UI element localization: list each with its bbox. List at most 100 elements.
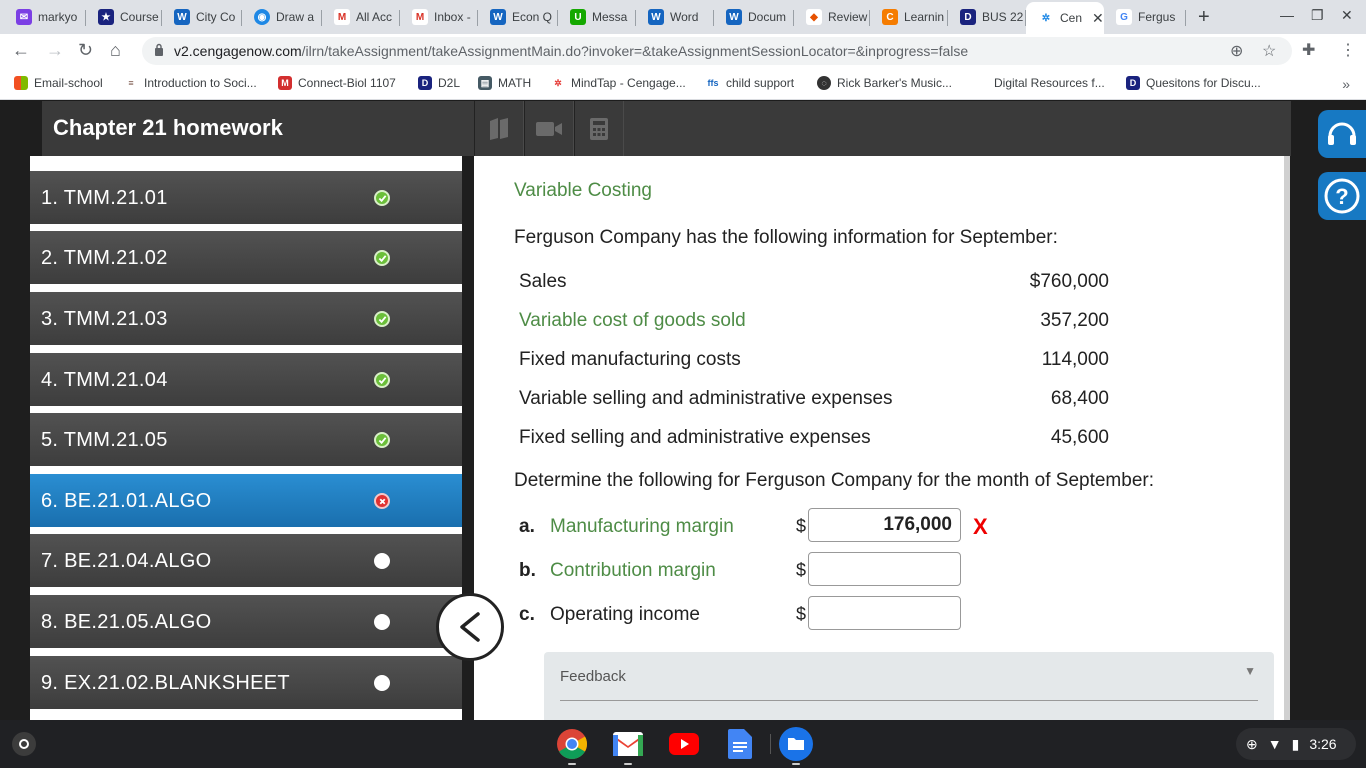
question-label: 9. EX.21.02.BLANKSHEET bbox=[41, 672, 290, 694]
question-item[interactable]: 9. EX.21.02.BLANKSHEET bbox=[30, 656, 462, 709]
expand-arrow-icon[interactable]: ▼ bbox=[1244, 664, 1256, 678]
address-bar[interactable]: v2.cengagenow.com/ilrn/takeAssignment/ta… bbox=[142, 37, 1292, 65]
glossary-link[interactable]: Variable cost of goods sold bbox=[519, 310, 746, 332]
files-icon[interactable] bbox=[779, 727, 813, 765]
more-bookmarks-icon[interactable]: » bbox=[1342, 76, 1350, 92]
tab-label: Review bbox=[828, 10, 868, 24]
bookmark-item[interactable]: ◌ Rick Barker's Music... bbox=[817, 76, 952, 90]
home-icon[interactable]: ⌂ bbox=[110, 40, 121, 61]
status-tray[interactable]: ⊕ ▼ ▮ 3:26 bbox=[1236, 728, 1356, 760]
collapse-sidebar-button[interactable] bbox=[436, 593, 504, 661]
operating-income-input[interactable] bbox=[808, 596, 961, 630]
data-row: Sales $760,000 bbox=[519, 271, 1109, 295]
menu-kebab-icon[interactable]: ⋮ bbox=[1340, 40, 1356, 60]
zoom-icon[interactable]: ⊕ bbox=[1230, 41, 1243, 61]
minimize-icon[interactable]: — bbox=[1280, 7, 1294, 23]
question-item[interactable]: 2. TMM.21.02 bbox=[30, 231, 462, 284]
docs-icon[interactable] bbox=[723, 727, 757, 761]
question-item[interactable]: 8. BE.21.05.ALGO bbox=[30, 595, 462, 648]
manufacturing-margin-input[interactable] bbox=[808, 508, 961, 542]
question-item[interactable]: 5. TMM.21.05 bbox=[30, 413, 462, 466]
answer-letter: c. bbox=[519, 604, 535, 625]
back-icon[interactable]: ← bbox=[12, 40, 30, 61]
content-scrollbar[interactable] bbox=[1284, 156, 1290, 720]
bookmark-item[interactable]: Email-school bbox=[14, 76, 103, 90]
bookmarks-bar: Email-school ≡ Introduction to Soci... M… bbox=[0, 68, 1366, 100]
data-value: 357,200 bbox=[1040, 310, 1109, 331]
forward-icon[interactable]: → bbox=[46, 40, 64, 61]
browser-tab[interactable]: W Word bbox=[636, 4, 714, 30]
video-button[interactable] bbox=[524, 101, 574, 156]
browser-tab[interactable]: C Learnin bbox=[870, 4, 948, 30]
browser-tab[interactable]: W Docum bbox=[714, 4, 794, 30]
browser-tab[interactable]: ◉ Draw a bbox=[242, 4, 322, 30]
browser-tab[interactable]: ✉ markyo bbox=[4, 4, 86, 30]
question-item[interactable]: 4. TMM.21.04 bbox=[30, 353, 462, 406]
assignment-title: Chapter 21 homework bbox=[53, 115, 283, 140]
tab-strip: ✉ markyo ★ Course W City Co ◉ Draw a M A… bbox=[0, 0, 1366, 34]
browser-tab[interactable]: W Econ Q bbox=[478, 4, 558, 30]
browser-tab[interactable]: M Inbox - bbox=[400, 4, 478, 30]
browser-tab[interactable]: U Messa bbox=[558, 4, 636, 30]
browser-tab[interactable]: ★ Course bbox=[86, 4, 162, 30]
correct-check-icon bbox=[374, 190, 390, 206]
support-headset-button[interactable] bbox=[1318, 110, 1366, 158]
calculator-icon bbox=[590, 117, 608, 140]
bookmark-item[interactable]: ✲ MindTap - Cengage... bbox=[551, 76, 686, 90]
clock-time: 3:26 bbox=[1309, 736, 1337, 752]
word-doc-icon: W bbox=[174, 9, 190, 25]
youtube-icon[interactable] bbox=[667, 727, 701, 761]
browser-tab[interactable]: G Fergus bbox=[1104, 4, 1186, 30]
star-badge-icon: ★ bbox=[98, 9, 114, 25]
d2l-icon: D bbox=[1126, 76, 1140, 90]
chrome-icon[interactable] bbox=[555, 727, 589, 765]
bookmark-item[interactable]: ▤ MATH bbox=[478, 76, 531, 90]
question-item[interactable]: 3. TMM.21.03 bbox=[30, 292, 462, 345]
svg-text:?: ? bbox=[1335, 184, 1348, 209]
gmail-icon[interactable] bbox=[611, 727, 645, 765]
question-item[interactable]: 1. TMM.21.01 bbox=[30, 171, 462, 224]
glossary-link[interactable]: Contribution margin bbox=[550, 560, 716, 582]
incorrect-x-icon bbox=[374, 493, 390, 509]
browser-tab[interactable]: ◆ Review bbox=[794, 4, 870, 30]
question-item[interactable]: 7. BE.21.04.ALGO bbox=[30, 534, 462, 587]
calculator-button[interactable] bbox=[574, 101, 624, 156]
ebook-button[interactable] bbox=[474, 101, 524, 156]
bookmark-label: Quesitons for Discu... bbox=[1146, 76, 1261, 90]
bookmark-item[interactable]: Digital Resources f... bbox=[994, 76, 1105, 90]
currency-symbol: $ bbox=[796, 604, 807, 624]
bookmark-item[interactable]: M Connect-Biol 1107 bbox=[278, 76, 396, 90]
tab-label: markyo bbox=[38, 10, 78, 24]
new-tab-button[interactable]: + bbox=[1198, 6, 1210, 29]
help-button[interactable]: ? bbox=[1318, 172, 1366, 220]
browser-tab-active[interactable]: ✲ Cen ✕ bbox=[1026, 2, 1104, 34]
glossary-link[interactable]: Manufacturing margin bbox=[550, 516, 734, 538]
headset-icon bbox=[1328, 122, 1356, 145]
bookmark-item[interactable]: ffs child support bbox=[706, 76, 794, 90]
data-label: Fixed selling and administrative expense… bbox=[519, 427, 871, 448]
close-window-icon[interactable]: ✕ bbox=[1341, 7, 1353, 24]
browser-tab[interactable]: W City Co bbox=[162, 4, 242, 30]
reload-icon[interactable]: ↻ bbox=[78, 40, 93, 61]
question-item-active[interactable]: 6. BE.21.01.ALGO bbox=[30, 474, 462, 527]
feedback-divider bbox=[560, 700, 1258, 701]
contribution-margin-input[interactable] bbox=[808, 552, 961, 586]
currency-symbol: $ bbox=[796, 560, 807, 580]
tab-label: Draw a bbox=[276, 10, 315, 24]
browser-tab[interactable]: M All Acc bbox=[322, 4, 400, 30]
help-question-icon: ? bbox=[1324, 178, 1360, 214]
tab-label: BUS 22 bbox=[982, 10, 1024, 24]
restore-icon[interactable]: ❐ bbox=[1311, 7, 1324, 24]
bookmark-item[interactable]: D Quesitons for Discu... bbox=[1126, 76, 1261, 90]
feedback-panel[interactable]: Feedback ▼ bbox=[544, 652, 1274, 720]
extensions-icon[interactable]: ✚ bbox=[1302, 40, 1315, 60]
bookmark-item[interactable]: D D2L bbox=[418, 76, 460, 90]
problem-title[interactable]: Variable Costing bbox=[514, 180, 652, 202]
bookmark-item[interactable]: ≡ Introduction to Soci... bbox=[124, 76, 257, 90]
close-icon[interactable]: ✕ bbox=[1092, 10, 1104, 27]
word-doc-icon: W bbox=[490, 9, 506, 25]
browser-tab[interactable]: D BUS 22 bbox=[948, 4, 1026, 30]
bookmark-star-icon[interactable]: ☆ bbox=[1262, 41, 1276, 61]
launcher-button[interactable] bbox=[12, 732, 36, 756]
answer-row: c. Operating income $ bbox=[519, 596, 1019, 632]
